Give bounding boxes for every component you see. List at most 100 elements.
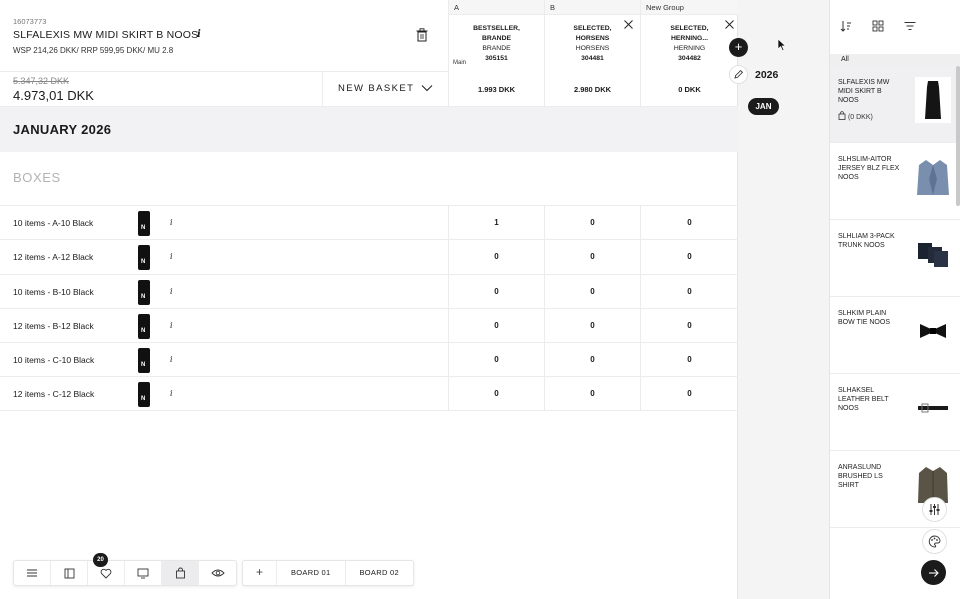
book-icon <box>64 568 74 578</box>
product-name: SLFALEXIS MW MIDI SKIRT B NOOS <box>13 29 199 41</box>
product-thumbnail[interactable]: N <box>138 313 150 339</box>
list-item-name: SLFALEXIS MW MIDI SKIRT B NOOS <box>838 79 890 105</box>
catalog-button[interactable] <box>51 561 88 585</box>
quantity-cell[interactable]: 0 <box>544 308 640 343</box>
next-button[interactable] <box>921 560 946 585</box>
store-code: 304482 <box>678 55 701 62</box>
list-item[interactable]: SLHKIM PLAIN BOW TIE NOOS <box>830 297 960 374</box>
product-thumbnail[interactable]: N <box>138 382 150 408</box>
bowtie-image <box>915 308 951 354</box>
table-row: 10 items - A-10 Black N i 1 0 0 <box>0 205 738 240</box>
sliders-icon <box>929 504 940 515</box>
tab-all[interactable]: All <box>830 54 960 66</box>
mouse-cursor-icon <box>777 38 787 52</box>
list-item[interactable]: SLHAKSEL LEATHER BELT NOOS <box>830 374 960 451</box>
quantity-cell[interactable]: 0 <box>544 274 640 309</box>
basket-dropdown[interactable]: NEW BASKET <box>322 72 448 107</box>
menu-button[interactable] <box>14 561 51 585</box>
bottom-toolbar <box>13 560 237 586</box>
list-item[interactable]: SLFALEXIS MW MIDI SKIRT B NOOS (0 DKK) <box>830 66 960 143</box>
view-button[interactable] <box>199 561 236 585</box>
product-thumbnail[interactable]: N <box>138 348 150 374</box>
thumb-letter: N <box>141 327 146 334</box>
quantity-cell[interactable]: 0 <box>640 377 738 412</box>
edit-button[interactable] <box>729 65 748 84</box>
info-icon[interactable]: i <box>170 218 173 227</box>
store-column-a[interactable]: A BESTSELLER, BRANDE BRANDE 305151 Main <box>448 0 544 72</box>
list-item-name: SLHAKSEL LEATHER BELT NOOS <box>838 387 889 413</box>
section-title: BOXES <box>13 170 61 185</box>
quantity-cell[interactable]: 0 <box>544 343 640 378</box>
chevron-down-icon <box>421 85 433 92</box>
quantity-cell[interactable]: 0 <box>640 308 738 343</box>
eye-icon <box>210 569 225 577</box>
quantity-cell[interactable]: 1 <box>448 206 544 240</box>
favorites-count-badge: 20 <box>93 553 108 567</box>
close-icon[interactable] <box>725 20 734 29</box>
info-icon[interactable]: i <box>170 252 173 261</box>
trash-icon[interactable] <box>416 28 428 42</box>
quantity-cell[interactable]: 0 <box>544 240 640 275</box>
quantity-cell[interactable]: 0 <box>544 377 640 412</box>
product-thumbnail[interactable]: N <box>138 279 150 305</box>
quantity-cell[interactable]: 0 <box>640 274 738 309</box>
quantity-cell[interactable]: 0 <box>448 240 544 275</box>
table-row: 10 items - C-10 Black N i 0 0 0 <box>0 342 738 378</box>
filter-icon[interactable] <box>904 20 916 32</box>
store-name-2: HORSENS <box>575 35 610 42</box>
store-column-b[interactable]: B SELECTED, HORSENS HORSENS 304481 <box>544 0 640 72</box>
list-item[interactable]: SLHLIAM 3-PACK TRUNK NOOS <box>830 220 960 297</box>
quantity-cell[interactable]: 0 <box>448 343 544 378</box>
table-row: 12 items - A-12 Black N i 0 0 0 <box>0 239 738 275</box>
quantity-cell[interactable]: 0 <box>448 274 544 309</box>
quantity-cell[interactable]: 0 <box>640 240 738 275</box>
favorites-button[interactable] <box>88 561 125 585</box>
add-board-button[interactable]: + <box>243 561 277 585</box>
table-row: 10 items - B-10 Black N i 0 0 0 <box>0 273 738 309</box>
quantity-cell[interactable]: 0 <box>448 308 544 343</box>
list-item-stock: (0 DKK) <box>838 111 873 121</box>
info-icon[interactable]: i <box>197 29 201 40</box>
grid-view-icon[interactable] <box>872 20 884 32</box>
pencil-icon <box>734 69 744 79</box>
product-list: SLFALEXIS MW MIDI SKIRT B NOOS (0 DKK) S… <box>830 66 960 528</box>
bag-icon <box>175 567 185 579</box>
add-column-button[interactable]: + <box>729 38 748 57</box>
info-icon[interactable]: i <box>170 389 173 398</box>
row-label: 10 items - B-10 Black <box>13 286 94 297</box>
monitor-icon <box>137 568 149 578</box>
store-columns: A BESTSELLER, BRANDE BRANDE 305151 Main … <box>448 0 738 72</box>
store-info: BESTSELLER, BRANDE BRANDE 305151 <box>449 24 544 64</box>
quantity-cell[interactable]: 0 <box>640 343 738 378</box>
product-thumbnail[interactable]: N <box>138 245 150 271</box>
store-name-1: BESTSELLER, <box>473 25 520 32</box>
thumb-letter: N <box>141 362 146 369</box>
close-icon[interactable] <box>624 20 633 29</box>
bag-icon <box>838 111 846 120</box>
store-column-new-group[interactable]: New Group SELECTED, HERNING... HERNING 3… <box>640 0 738 72</box>
quantity-cell[interactable]: 0 <box>640 206 738 240</box>
tab-board-02[interactable]: BOARD 02 <box>346 561 414 585</box>
store-code: 304481 <box>581 55 604 62</box>
store-city: BRANDE <box>482 45 511 52</box>
basket-button[interactable] <box>162 561 199 585</box>
month-title: JANUARY 2026 <box>13 122 112 137</box>
product-thumbnail[interactable]: N <box>138 211 150 236</box>
info-icon[interactable]: i <box>170 287 173 296</box>
list-item[interactable]: SLHSLIM-AITOR JERSEY BLZ FLEX NOOS <box>830 143 960 220</box>
presentation-button[interactable] <box>125 561 162 585</box>
adjust-button[interactable] <box>922 497 947 522</box>
thumb-letter: N <box>141 293 146 300</box>
info-icon[interactable]: i <box>170 355 173 364</box>
tab-board-01[interactable]: BOARD 01 <box>277 561 346 585</box>
quantity-cell[interactable]: 0 <box>448 377 544 412</box>
quantity-cell[interactable]: 0 <box>544 206 640 240</box>
palette-button[interactable] <box>922 529 947 554</box>
sidebar-scrollbar[interactable] <box>956 66 960 206</box>
product-id: 16073773 <box>13 17 47 26</box>
store-name-2: HERNING... <box>670 35 708 42</box>
row-label: 12 items - A-12 Black <box>13 252 94 263</box>
sort-icon[interactable] <box>840 20 852 32</box>
month-pill[interactable]: JAN <box>748 98 779 115</box>
info-icon[interactable]: i <box>170 321 173 330</box>
